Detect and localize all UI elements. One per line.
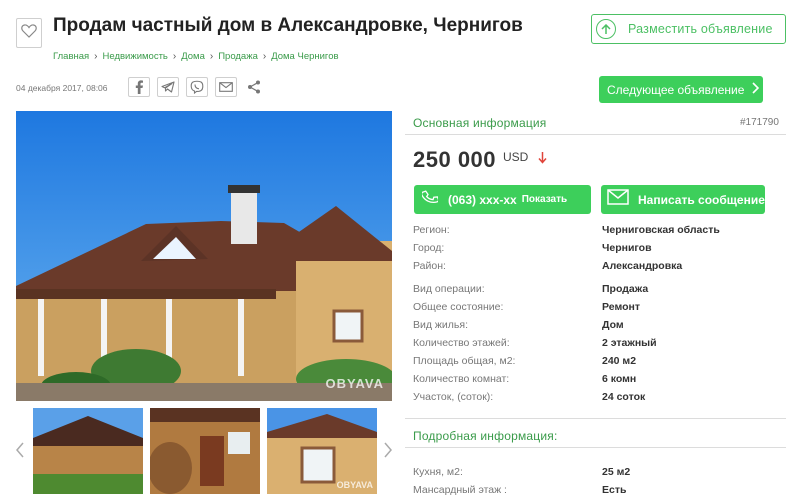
post-ad-button[interactable]: Разместить объявление — [591, 14, 786, 44]
write-message-label: Написать сообщение — [638, 192, 765, 207]
property-key: Количество комнат: — [413, 373, 510, 385]
property-row: Кухня, м2: 25 м2 — [413, 466, 773, 482]
property-row: Мансардный этаж : Есть — [413, 484, 773, 500]
envelope-icon — [607, 189, 629, 210]
next-ad-button[interactable]: Следующее объявление — [599, 76, 763, 103]
facebook-icon[interactable] — [128, 77, 150, 97]
property-row: Площадь общая, м2: 240 м2 — [413, 355, 773, 371]
thumbnail-3[interactable]: OBYAVA — [267, 408, 377, 494]
main-info-header: Основная информация — [413, 116, 547, 130]
breadcrumb-realty[interactable]: Недвижимость — [103, 51, 168, 62]
currency: USD — [503, 150, 529, 164]
property-row: Город: Чернигов — [413, 242, 773, 258]
next-ad-label: Следующее объявление — [607, 82, 745, 97]
chevron-right-icon: › — [94, 51, 98, 62]
viber-icon[interactable] — [186, 77, 208, 97]
chevron-right-icon — [752, 82, 760, 97]
property-row: Вид операции: Продажа — [413, 283, 773, 299]
property-value: Есть — [602, 484, 627, 496]
divider — [405, 418, 786, 419]
telegram-icon[interactable] — [157, 77, 179, 97]
property-key: Мансардный этаж : — [413, 484, 507, 496]
chevron-left-icon[interactable] — [14, 438, 26, 462]
page-title: Продам частный дом в Александровке, Черн… — [53, 15, 523, 36]
property-value: 240 м2 — [602, 355, 637, 367]
thumbnail-1[interactable] — [33, 408, 143, 494]
house-photo-image — [16, 111, 392, 401]
chevron-right-icon: › — [172, 51, 177, 62]
property-value: Дом — [602, 319, 624, 331]
property-key: Район: — [413, 260, 446, 272]
breadcrumb-houses-chernihiv[interactable]: Дома Чернигов — [271, 51, 338, 62]
detail-info-header: Подробная информация: — [413, 429, 558, 443]
breadcrumb: Главная › Недвижимость › Дома › Продажа … — [53, 51, 339, 62]
property-key: Вид жилья: — [413, 319, 469, 331]
phone-show-label: Показать — [521, 194, 568, 205]
favorite-button[interactable] — [16, 18, 42, 48]
main-photo[interactable]: OBYAVA — [16, 111, 392, 401]
publish-date: 04 декабря 2017, 08:06 — [16, 83, 108, 93]
post-ad-label: Разместить объявление — [628, 22, 773, 36]
property-value: 25 м2 — [602, 466, 631, 478]
property-row: Количество комнат: 6 комн — [413, 373, 773, 389]
divider — [405, 134, 786, 135]
property-value: Чернигов — [602, 242, 652, 254]
watermark: OBYAVA — [325, 376, 384, 391]
property-key: Город: — [413, 242, 445, 254]
arrow-down-icon — [538, 151, 547, 169]
write-message-button[interactable]: Написать сообщение — [601, 185, 765, 214]
property-value: 24 соток — [602, 391, 646, 403]
property-row: Общее состояние: Ремонт — [413, 301, 773, 317]
property-value: Продажа — [602, 283, 649, 295]
property-value: Ремонт — [602, 301, 640, 313]
property-key: Количество этажей: — [413, 337, 510, 349]
property-row: Вид жилья: Дом — [413, 319, 773, 335]
thumbnail-watermark: OBYAVA — [336, 480, 373, 490]
chevron-right-icon: › — [262, 51, 267, 62]
property-key: Участок, (соток): — [413, 391, 494, 403]
property-key: Кухня, м2: — [413, 466, 463, 478]
breadcrumb-sale[interactable]: Продажа — [218, 51, 258, 62]
arrow-up-icon — [596, 19, 616, 39]
phone-icon — [420, 189, 440, 210]
price: 250 000 — [413, 147, 497, 172]
property-key: Площадь общая, м2: — [413, 355, 516, 367]
breadcrumb-houses[interactable]: Дома — [181, 51, 205, 62]
property-key: Регион: — [413, 224, 450, 236]
property-value: Черниговская область — [602, 224, 720, 236]
property-row: Район: Александровка — [413, 260, 773, 276]
show-phone-button[interactable]: (063) xxx-xx Показать — [414, 185, 591, 214]
thumbnail-strip: OBYAVA — [14, 408, 396, 494]
property-key: Общее состояние: — [413, 301, 504, 313]
property-row: Регион: Черниговская область — [413, 224, 773, 240]
divider — [405, 447, 786, 448]
share-bar — [128, 77, 264, 97]
property-value: Александровка — [602, 260, 683, 272]
property-value: 6 комн — [602, 373, 637, 385]
heart-icon — [21, 23, 37, 43]
share-icon[interactable] — [244, 77, 264, 97]
email-icon[interactable] — [215, 77, 237, 97]
property-key: Вид операции: — [413, 283, 485, 295]
thumbnail-2[interactable] — [150, 408, 260, 494]
property-row: Количество этажей: 2 этажный — [413, 337, 773, 353]
chevron-right-icon[interactable] — [382, 438, 394, 462]
property-value: 2 этажный — [602, 337, 657, 349]
breadcrumb-home[interactable]: Главная — [53, 51, 89, 62]
ad-id: #171790 — [740, 117, 779, 128]
property-row: Участок, (соток): 24 соток — [413, 391, 773, 407]
chevron-right-icon: › — [209, 51, 214, 62]
phone-number: (063) xxx-xx — [448, 192, 517, 207]
